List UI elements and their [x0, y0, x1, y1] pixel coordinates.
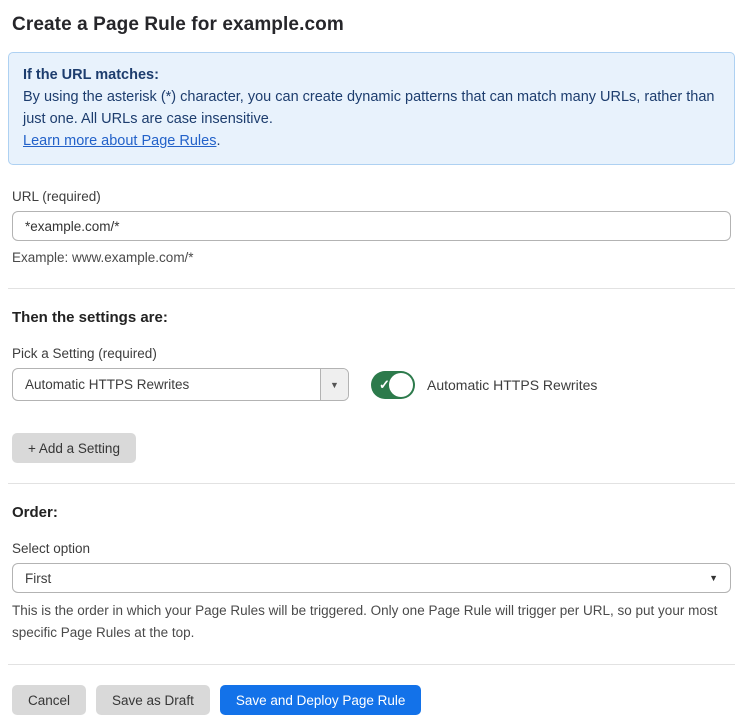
url-match-info-box: If the URL matches: By using the asteris…	[8, 52, 735, 165]
add-setting-button[interactable]: + Add a Setting	[12, 433, 136, 463]
url-input[interactable]	[12, 211, 731, 241]
order-dropdown[interactable]: First ▼	[12, 563, 731, 593]
save-and-deploy-button[interactable]: Save and Deploy Page Rule	[219, 685, 422, 715]
learn-more-link[interactable]: Learn more about Page Rules	[23, 133, 216, 149]
pick-setting-label: Pick a Setting (required)	[12, 346, 157, 361]
toggle-knob	[389, 372, 413, 397]
toggle-label: Automatic HTTPS Rewrites	[427, 376, 598, 393]
link-suffix: .	[216, 133, 221, 149]
footer-actions: Cancel Save as Draft Save and Deploy Pag…	[12, 685, 731, 715]
url-helper-text: Example: www.example.com/*	[12, 250, 194, 265]
order-section-heading: Order:	[12, 504, 58, 521]
order-dropdown-value: First	[25, 570, 52, 586]
cancel-button[interactable]: Cancel	[12, 685, 87, 715]
url-field-label: URL (required)	[12, 189, 101, 204]
setting-dropdown-value: Automatic HTTPS Rewrites	[25, 377, 190, 392]
setting-row: Automatic HTTPS Rewrites ▼ ✓ Automatic H…	[12, 368, 731, 401]
create-page-rule-form: Create a Page Rule for example.com If th…	[0, 0, 743, 715]
order-helper-text: This is the order in which your Page Rul…	[12, 603, 718, 640]
info-box-body: By using the asterisk (*) character, you…	[23, 89, 715, 127]
setting-dropdown[interactable]: Automatic HTTPS Rewrites ▼	[12, 368, 349, 401]
page-title: Create a Page Rule for example.com	[12, 14, 344, 35]
info-box-heading: If the URL matches:	[23, 67, 159, 83]
setting-dropdown-arrow-button[interactable]: ▼	[320, 369, 348, 400]
chevron-down-icon: ▼	[709, 573, 718, 583]
info-box-link-line: Learn more about Page Rules.	[23, 130, 720, 152]
https-rewrites-toggle[interactable]: ✓	[371, 370, 415, 399]
save-as-draft-button[interactable]: Save as Draft	[96, 685, 210, 715]
order-select-label: Select option	[12, 541, 91, 556]
settings-section-heading: Then the settings are:	[12, 309, 168, 326]
divider	[8, 483, 735, 484]
divider	[8, 288, 735, 289]
chevron-down-icon: ▼	[330, 379, 339, 390]
divider	[8, 664, 735, 665]
